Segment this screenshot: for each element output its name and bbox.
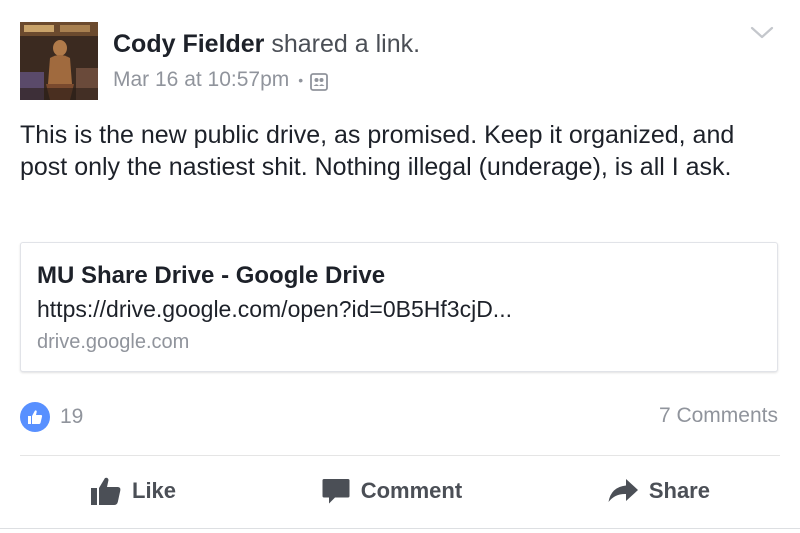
post-timestamp[interactable]: Mar 16 at 10:57pm <box>113 66 289 94</box>
link-preview-card[interactable]: MU Share Drive - Google Drive https://dr… <box>20 242 778 372</box>
divider <box>0 528 800 529</box>
like-count: 19 <box>60 405 84 428</box>
facebook-post: Cody Fielder shared a link. Mar 16 at 10… <box>0 0 800 533</box>
avatar-image <box>20 22 98 100</box>
link-domain: drive.google.com <box>37 331 190 353</box>
post-message: This is the new public drive, as promise… <box>20 121 735 181</box>
author-name[interactable]: Cody Fielder <box>113 30 264 58</box>
share-button-label: Share <box>648 478 710 503</box>
link-url: https://drive.google.com/open?id=0B5Hf3c… <box>37 296 512 322</box>
thumbs-up-icon <box>20 402 50 432</box>
comment-icon <box>322 479 350 504</box>
post-meta: Mar 16 at 10:57pm • <box>113 66 329 94</box>
comments-count[interactable]: 7 Comments <box>659 404 778 428</box>
link-title: MU Share Drive - Google Drive <box>37 262 386 289</box>
reaction-summary[interactable]: 19 <box>20 402 83 432</box>
divider <box>20 455 780 456</box>
share-arrow-icon <box>608 479 638 502</box>
post-header: Cody Fielder shared a link. <box>113 28 420 60</box>
like-button[interactable]: Like <box>20 470 246 512</box>
share-button[interactable]: Share <box>537 471 780 511</box>
comment-button-label: Comment <box>360 478 463 503</box>
action-bar: Like Comment Share <box>20 465 780 517</box>
chevron-down-icon[interactable] <box>748 22 776 42</box>
thumbs-up-icon <box>91 477 121 505</box>
friends-icon[interactable] <box>310 71 329 91</box>
comment-button[interactable]: Comment <box>251 470 532 512</box>
avatar[interactable] <box>20 22 98 100</box>
like-button-label: Like <box>132 478 177 503</box>
meta-separator: • <box>298 72 304 88</box>
post-action-text: shared a link. <box>271 30 421 58</box>
